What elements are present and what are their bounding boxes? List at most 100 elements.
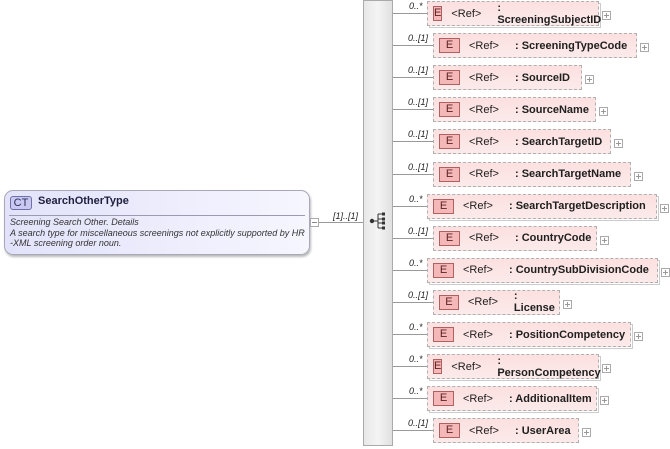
doc-line: -XML screening order noun. [10, 238, 122, 248]
element-box[interactable]: E <Ref> : SourceID [433, 65, 582, 91]
element-box[interactable]: E <Ref> : UserArea [433, 418, 579, 444]
element-box[interactable]: E <Ref> : CountryCode [433, 225, 597, 251]
element-badge: E [439, 423, 460, 439]
connector-line [393, 269, 427, 271]
element-name: : PositionCompetency [508, 328, 626, 341]
element-badge: E [439, 230, 460, 246]
element-badge: E [439, 38, 460, 54]
element-multiplicity: 0..* [409, 354, 423, 365]
element-badge: E [439, 294, 459, 310]
connector-line [393, 141, 433, 143]
expand-button[interactable] [599, 107, 608, 117]
element-box[interactable]: E <Ref> : CountrySubDivisionCode [427, 257, 658, 283]
element-ref: <Ref> [469, 135, 499, 148]
element-ref: <Ref> [451, 7, 482, 20]
connector-line [393, 173, 433, 175]
element-ref: <Ref> [467, 296, 498, 309]
element-multiplicity: 0..* [409, 1, 423, 11]
collapse-button[interactable] [310, 218, 319, 227]
element-multiplicity: 0..[1] [408, 161, 429, 172]
element-badge: E [433, 359, 443, 375]
element-badge: E [439, 70, 460, 86]
element-name: : CountryCode [514, 232, 592, 245]
element-box[interactable]: E <Ref> : SearchTargetName [433, 161, 631, 187]
element-multiplicity: 0..[1] [408, 65, 429, 76]
connector-line [393, 109, 433, 111]
element-multiplicity: 0..* [409, 193, 423, 204]
element-box[interactable]: E <Ref> : PersonCompetency [427, 354, 601, 380]
expand-button[interactable] [634, 332, 643, 341]
element-badge: E [439, 134, 460, 150]
element-box[interactable]: E <Ref> : SourceName [433, 97, 596, 123]
element-ref: <Ref> [469, 424, 499, 437]
connector-line [393, 301, 433, 303]
connector-line [393, 398, 427, 400]
expand-button[interactable] [582, 428, 591, 438]
element-badge: E [433, 391, 454, 407]
element-ref: <Ref> [469, 168, 499, 180]
expand-button[interactable] [660, 203, 669, 213]
element-name: : CountrySubDivisionCode [508, 264, 649, 277]
element-multiplicity: 0..[1] [408, 289, 429, 300]
element-name: : ScreeningTypeCode [514, 39, 628, 52]
element-badge: E [433, 6, 443, 21]
element-ref: <Ref> [463, 392, 493, 405]
element-multiplicity: 0..* [409, 257, 423, 268]
element-badge: E [433, 327, 454, 342]
ct-badge: CT [10, 196, 32, 210]
element-ref: <Ref> [463, 200, 493, 213]
connector-line [393, 205, 427, 207]
element-ref: <Ref> [469, 232, 499, 245]
element-multiplicity: 0..[1] [408, 225, 429, 236]
expand-button[interactable] [634, 171, 643, 181]
expand-button[interactable] [602, 11, 611, 20]
element-multiplicity: 0..[1] [408, 129, 429, 140]
expand-button[interactable] [600, 235, 609, 245]
sequence-icon [369, 212, 385, 230]
element-name: : PersonCompetency [497, 354, 601, 379]
expand-button[interactable] [640, 43, 649, 53]
sequence-multiplicity: [1]..[1] [333, 211, 359, 221]
connector-line [393, 237, 433, 239]
connector-line [393, 366, 427, 368]
element-ref: <Ref> [469, 103, 499, 116]
documentation: Screening Search Other. Details A search… [10, 217, 305, 249]
element-ref: <Ref> [463, 328, 493, 341]
element-ref: <Ref> [469, 71, 499, 84]
expand-button[interactable] [585, 75, 594, 85]
expand-button[interactable] [614, 139, 623, 149]
element-box[interactable]: E <Ref> : License [433, 289, 560, 315]
element-name: : SourceName [514, 103, 589, 116]
element-box[interactable]: E <Ref> : ScreeningSubjectID [427, 1, 602, 26]
expand-button[interactable] [602, 364, 611, 374]
element-ref: <Ref> [451, 360, 482, 373]
element-ref: <Ref> [463, 264, 493, 277]
element-badge: E [433, 198, 454, 214]
element-multiplicity: 0..* [409, 322, 423, 332]
connector-line [393, 45, 433, 47]
element-multiplicity: 0..[1] [408, 418, 429, 429]
element-box[interactable]: E <Ref> : SearchTargetDescription [427, 193, 657, 219]
element-name: : ScreeningSubjectID [497, 1, 602, 26]
element-ref: <Ref> [469, 39, 499, 52]
connector-line [393, 13, 427, 14]
element-box[interactable]: E <Ref> : AdditionalItem [427, 386, 597, 412]
element-box[interactable]: E <Ref> : PositionCompetency [427, 322, 631, 347]
doc-line: Screening Search Other. Details [10, 217, 139, 227]
element-box[interactable]: E <Ref> : SearchTargetID [433, 129, 611, 155]
expand-button[interactable] [661, 267, 670, 277]
element-badge: E [433, 262, 454, 278]
element-multiplicity: 0..[1] [408, 97, 429, 108]
element-name: : SearchTargetID [514, 135, 603, 148]
element-box[interactable]: E <Ref> : ScreeningTypeCode [433, 33, 637, 59]
doc-line: A search type for miscellaneous screenin… [10, 227, 305, 238]
element-multiplicity: 0..[1] [408, 33, 429, 44]
expand-button[interactable] [563, 299, 572, 309]
expand-button[interactable] [600, 396, 609, 406]
element-name: : AdditionalItem [508, 392, 592, 405]
connector-line [393, 77, 433, 79]
element-name: : UserArea [514, 424, 571, 437]
element-name: : SearchTargetName [514, 168, 622, 180]
element-badge: E [439, 166, 460, 182]
complex-type-box[interactable]: CT SearchOtherType Screening Search Othe… [4, 190, 310, 255]
